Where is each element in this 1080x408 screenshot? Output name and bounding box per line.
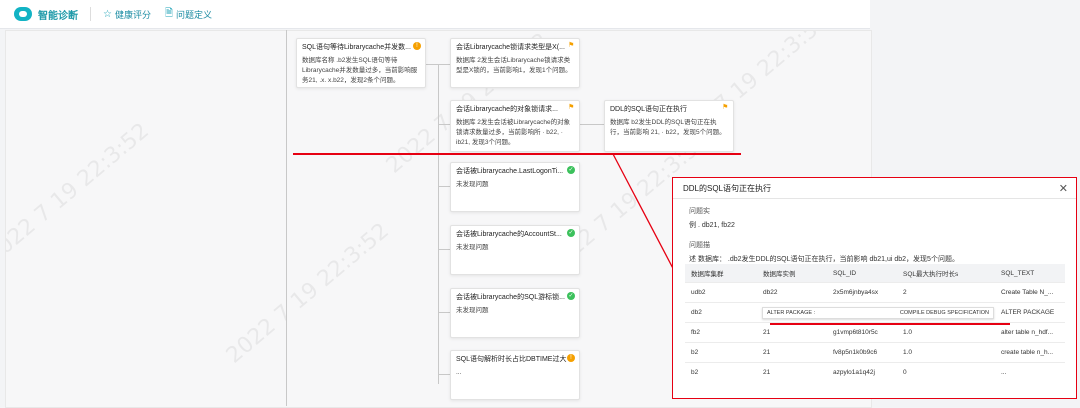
table-cell: db22 bbox=[757, 282, 827, 303]
table-cell: Create Table N_... bbox=[995, 282, 1065, 303]
close-icon[interactable]: ✕ bbox=[1059, 182, 1068, 195]
table-cell: 2 bbox=[897, 282, 995, 303]
table-row[interactable]: b2 21 fv8p5n1k0b9c6 1.0 create table n_h… bbox=[685, 342, 1065, 363]
table-cell: 2x5m6jnbya4sx bbox=[827, 282, 897, 303]
problem-instance-label: 问题实 bbox=[689, 208, 710, 215]
column-header[interactable]: 数据库实例 bbox=[757, 264, 827, 283]
column-header[interactable]: SQL最大执行时长s bbox=[897, 264, 995, 283]
table-cell: 1.0 bbox=[897, 322, 995, 343]
table-cell: 0 bbox=[897, 362, 995, 382]
column-header[interactable]: SQL_TEXT bbox=[995, 264, 1065, 283]
table-cell: fv8p5n1k0b9c6 bbox=[827, 342, 897, 363]
table-cell: azpylo1a1q42j bbox=[827, 362, 897, 382]
tooltip-right-text: COMPILE DEBUG SPECIFICATION bbox=[899, 310, 989, 316]
problem-desc-value: 述 数据库： .db2发生DDL的SQL语句正在执行，当前影响 db21,ui … bbox=[689, 256, 959, 263]
column-header[interactable]: 数据库集群 bbox=[685, 264, 757, 283]
table-cell: fb2 bbox=[685, 322, 757, 343]
table-cell: ALTER PACKAGE bbox=[995, 302, 1065, 323]
table-row[interactable]: udb2 db22 2x5m6jnbya4sx 2 Create Table N… bbox=[685, 282, 1065, 303]
table-cell: b2 bbox=[685, 362, 757, 382]
table-cell: 21 bbox=[757, 362, 827, 382]
table-header: 数据库集群 数据库实例 SQL_ID SQL最大执行时长s SQL_TEXT bbox=[685, 264, 1065, 283]
problem-info: 问题实 例 . db21, fb22 问题描 述 数据库： .db2发生DDL的… bbox=[673, 199, 1076, 264]
annotation-underline bbox=[770, 323, 1010, 325]
column-header[interactable]: SQL_ID bbox=[827, 264, 897, 283]
table-cell: 1.0 bbox=[897, 342, 995, 363]
detail-panel: DDL的SQL语句正在执行 ✕ 问题实 例 . db21, fb22 问题描 述… bbox=[672, 177, 1077, 399]
table-cell: alter table n_hdf... bbox=[995, 322, 1065, 343]
table-cell: b2 bbox=[685, 342, 757, 363]
table-cell: 21 bbox=[757, 342, 827, 363]
problem-desc-label: 问题描 bbox=[689, 242, 710, 249]
table-row[interactable]: b2 21 azpylo1a1q42j 0 ... bbox=[685, 362, 1065, 382]
table-row[interactable]: fb2 21 g1vmp6t810r5c 1.0 alter table n_h… bbox=[685, 322, 1065, 343]
panel-header: DDL的SQL语句正在执行 ✕ bbox=[673, 178, 1076, 199]
table-cell: udb2 bbox=[685, 282, 757, 303]
table-cell: create table n_h... bbox=[995, 342, 1065, 363]
sql-text-tooltip: ALTER PACKAGE : COMPILE DEBUG SPECIFICAT… bbox=[762, 307, 994, 319]
panel-title: DDL的SQL语句正在执行 bbox=[683, 183, 772, 193]
table-cell: ... bbox=[995, 362, 1065, 382]
table-cell: 21 bbox=[757, 322, 827, 343]
problem-instance-value: 例 . db21, fb22 bbox=[689, 222, 735, 229]
tooltip-left-text: ALTER PACKAGE : bbox=[767, 310, 816, 316]
table-cell: g1vmp6t810r5c bbox=[827, 322, 897, 343]
table-cell: db2 bbox=[685, 302, 757, 323]
